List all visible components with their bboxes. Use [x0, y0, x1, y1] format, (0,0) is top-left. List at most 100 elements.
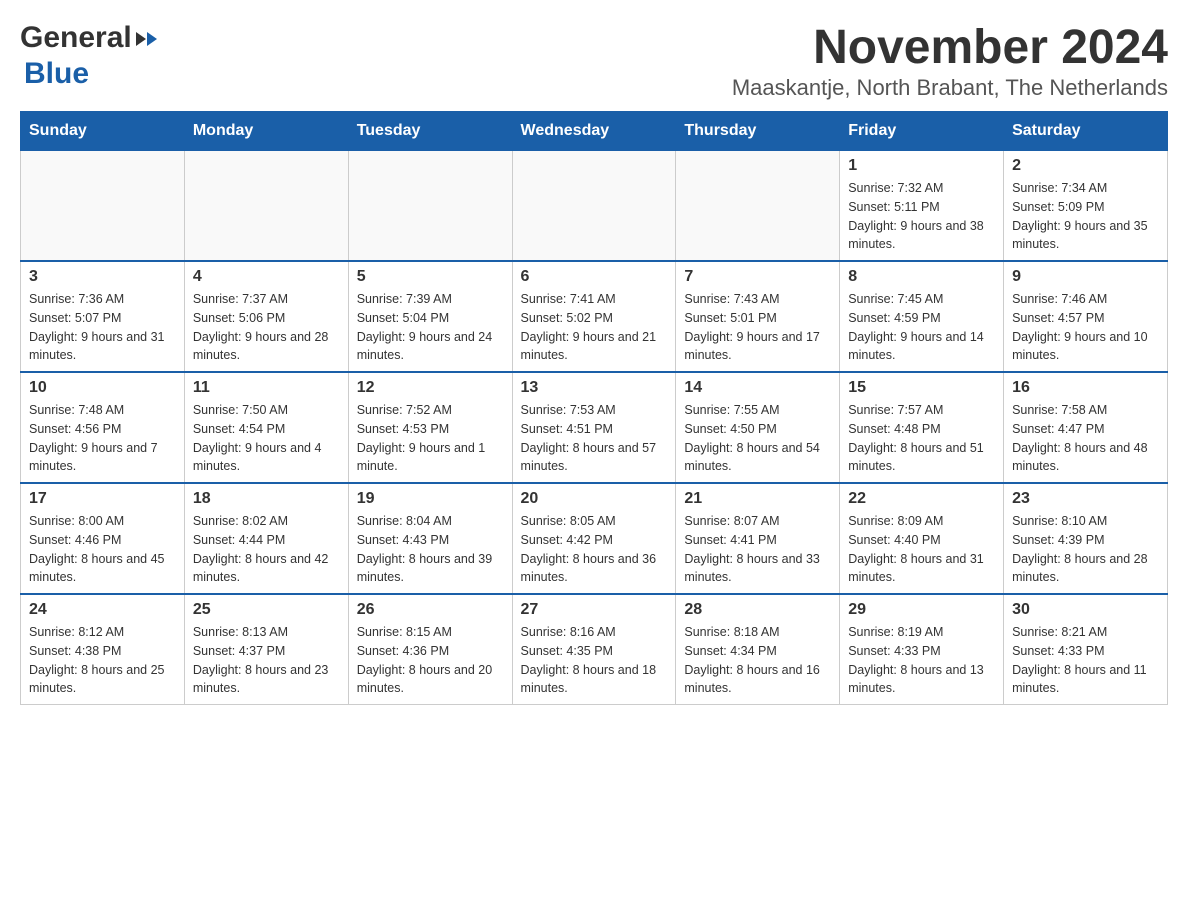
calendar-cell: 21 Sunrise: 8:07 AMSunset: 4:41 PMDayligh… [676, 483, 840, 594]
day-info: Sunrise: 8:13 AMSunset: 4:37 PMDaylight:… [193, 623, 340, 698]
logo-line1: General [20, 20, 157, 56]
calendar-week-row: 17 Sunrise: 8:00 AMSunset: 4:46 PMDayligh… [21, 483, 1168, 594]
day-number: 10 [29, 379, 176, 397]
calendar-cell: 13Sunrise: 7:53 AMSunset: 4:51 PMDayligh… [512, 372, 676, 483]
day-info: Sunrise: 8:18 AMSunset: 4:34 PMDaylight:… [684, 623, 831, 698]
day-number: 14 [684, 379, 831, 397]
calendar-week-row: 10Sunrise: 7:48 AMSunset: 4:56 PMDayligh… [21, 372, 1168, 483]
calendar-cell: 28 Sunrise: 8:18 AMSunset: 4:34 PMDayligh… [676, 594, 840, 705]
day-number: 1 [848, 157, 995, 175]
calendar-cell: 5 Sunrise: 7:39 AMSunset: 5:04 PMDaylight… [348, 261, 512, 372]
calendar-cell: 1Sunrise: 7:32 AMSunset: 5:11 PMDaylight… [840, 151, 1004, 262]
calendar-cell: 14 Sunrise: 7:55 AMSunset: 4:50 PMDayligh… [676, 372, 840, 483]
subtitle: Maaskantje, North Brabant, The Netherlan… [732, 75, 1168, 101]
day-number: 18 [193, 490, 340, 508]
calendar-cell: 3Sunrise: 7:36 AMSunset: 5:07 PMDaylight… [21, 261, 185, 372]
day-number: 29 [848, 601, 995, 619]
calendar-cell: 20 Sunrise: 8:05 AMSunset: 4:42 PMDayligh… [512, 483, 676, 594]
day-number: 22 [848, 490, 995, 508]
page-header: General Blue November 2024 Maaskantje, N… [20, 20, 1168, 101]
calendar-cell: 16 Sunrise: 7:58 AMSunset: 4:47 PMDayligh… [1004, 372, 1168, 483]
day-number: 8 [848, 268, 995, 286]
calendar-cell: 18 Sunrise: 8:02 AMSunset: 4:44 PMDayligh… [184, 483, 348, 594]
calendar-cell: 11Sunrise: 7:50 AMSunset: 4:54 PMDayligh… [184, 372, 348, 483]
day-number: 9 [1012, 268, 1159, 286]
day-number: 6 [521, 268, 668, 286]
day-info: Sunrise: 8:21 AMSunset: 4:33 PMDaylight:… [1012, 623, 1159, 698]
day-info: Sunrise: 8:04 AMSunset: 4:43 PMDaylight:… [357, 512, 504, 587]
day-info: Sunrise: 7:58 AMSunset: 4:47 PMDaylight:… [1012, 401, 1159, 476]
calendar-cell: 12 Sunrise: 7:52 AMSunset: 4:53 PMDayligh… [348, 372, 512, 483]
day-number: 20 [521, 490, 668, 508]
calendar-header-sunday: Sunday [21, 112, 185, 151]
calendar-cell: 25 Sunrise: 8:13 AMSunset: 4:37 PMDayligh… [184, 594, 348, 705]
day-info: Sunrise: 7:46 AMSunset: 4:57 PMDaylight:… [1012, 290, 1159, 365]
day-number: 17 [29, 490, 176, 508]
calendar-cell: 4 Sunrise: 7:37 AMSunset: 5:06 PMDaylight… [184, 261, 348, 372]
day-number: 7 [684, 268, 831, 286]
logo: General Blue [20, 20, 157, 92]
calendar-cell: 2Sunrise: 7:34 AMSunset: 5:09 PMDaylight… [1004, 151, 1168, 262]
day-info: Sunrise: 8:16 AMSunset: 4:35 PMDaylight:… [521, 623, 668, 698]
day-number: 27 [521, 601, 668, 619]
day-info: Sunrise: 7:36 AMSunset: 5:07 PMDaylight:… [29, 290, 176, 365]
day-info: Sunrise: 8:02 AMSunset: 4:44 PMDaylight:… [193, 512, 340, 587]
calendar-cell: 17 Sunrise: 8:00 AMSunset: 4:46 PMDayligh… [21, 483, 185, 594]
title-area: November 2024 Maaskantje, North Brabant,… [732, 20, 1168, 101]
day-info: Sunrise: 7:34 AMSunset: 5:09 PMDaylight:… [1012, 179, 1159, 254]
calendar-cell: 24 Sunrise: 8:12 AMSunset: 4:38 PMDayligh… [21, 594, 185, 705]
calendar-week-row: 1Sunrise: 7:32 AMSunset: 5:11 PMDaylight… [21, 151, 1168, 262]
day-info: Sunrise: 7:52 AMSunset: 4:53 PMDaylight:… [357, 401, 504, 476]
day-number: 19 [357, 490, 504, 508]
calendar-cell: 15 Sunrise: 7:57 AMSunset: 4:48 PMDayligh… [840, 372, 1004, 483]
calendar-cell: 27 Sunrise: 8:16 AMSunset: 4:35 PMDayligh… [512, 594, 676, 705]
day-number: 16 [1012, 379, 1159, 397]
day-info: Sunrise: 8:12 AMSunset: 4:38 PMDaylight:… [29, 623, 176, 698]
day-info: Sunrise: 8:00 AMSunset: 4:46 PMDaylight:… [29, 512, 176, 587]
calendar-cell: 26 Sunrise: 8:15 AMSunset: 4:36 PMDayligh… [348, 594, 512, 705]
calendar-cell: 19 Sunrise: 8:04 AMSunset: 4:43 PMDayligh… [348, 483, 512, 594]
day-number: 28 [684, 601, 831, 619]
logo-line2: Blue [20, 56, 157, 92]
calendar-header-tuesday: Tuesday [348, 112, 512, 151]
day-number: 11 [193, 379, 340, 397]
day-number: 24 [29, 601, 176, 619]
calendar-header-thursday: Thursday [676, 112, 840, 151]
calendar-cell: 23Sunrise: 8:10 AMSunset: 4:39 PMDayligh… [1004, 483, 1168, 594]
calendar-cell [21, 151, 185, 262]
day-number: 15 [848, 379, 995, 397]
day-info: Sunrise: 7:55 AMSunset: 4:50 PMDaylight:… [684, 401, 831, 476]
day-number: 23 [1012, 490, 1159, 508]
calendar-header-saturday: Saturday [1004, 112, 1168, 151]
calendar-header-wednesday: Wednesday [512, 112, 676, 151]
calendar-cell: 8 Sunrise: 7:45 AMSunset: 4:59 PMDaylight… [840, 261, 1004, 372]
day-info: Sunrise: 7:43 AMSunset: 5:01 PMDaylight:… [684, 290, 831, 365]
day-number: 25 [193, 601, 340, 619]
day-number: 5 [357, 268, 504, 286]
calendar-cell: 7 Sunrise: 7:43 AMSunset: 5:01 PMDaylight… [676, 261, 840, 372]
day-info: Sunrise: 7:37 AMSunset: 5:06 PMDaylight:… [193, 290, 340, 365]
day-number: 13 [521, 379, 668, 397]
day-info: Sunrise: 7:45 AMSunset: 4:59 PMDaylight:… [848, 290, 995, 365]
day-number: 26 [357, 601, 504, 619]
calendar-cell [676, 151, 840, 262]
day-number: 30 [1012, 601, 1159, 619]
day-number: 21 [684, 490, 831, 508]
day-info: Sunrise: 8:09 AMSunset: 4:40 PMDaylight:… [848, 512, 995, 587]
calendar-cell: 10Sunrise: 7:48 AMSunset: 4:56 PMDayligh… [21, 372, 185, 483]
calendar-cell [512, 151, 676, 262]
day-number: 4 [193, 268, 340, 286]
day-info: Sunrise: 8:05 AMSunset: 4:42 PMDaylight:… [521, 512, 668, 587]
calendar-cell: 22 Sunrise: 8:09 AMSunset: 4:40 PMDayligh… [840, 483, 1004, 594]
day-info: Sunrise: 7:41 AMSunset: 5:02 PMDaylight:… [521, 290, 668, 365]
main-title: November 2024 [732, 20, 1168, 75]
calendar: SundayMondayTuesdayWednesdayThursdayFrid… [20, 111, 1168, 705]
calendar-cell: 29 Sunrise: 8:19 AMSunset: 4:33 PMDayligh… [840, 594, 1004, 705]
day-info: Sunrise: 8:07 AMSunset: 4:41 PMDaylight:… [684, 512, 831, 587]
day-info: Sunrise: 8:15 AMSunset: 4:36 PMDaylight:… [357, 623, 504, 698]
day-info: Sunrise: 7:57 AMSunset: 4:48 PMDaylight:… [848, 401, 995, 476]
calendar-header-row: SundayMondayTuesdayWednesdayThursdayFrid… [21, 112, 1168, 151]
day-number: 12 [357, 379, 504, 397]
day-info: Sunrise: 7:39 AMSunset: 5:04 PMDaylight:… [357, 290, 504, 365]
day-info: Sunrise: 8:19 AMSunset: 4:33 PMDaylight:… [848, 623, 995, 698]
